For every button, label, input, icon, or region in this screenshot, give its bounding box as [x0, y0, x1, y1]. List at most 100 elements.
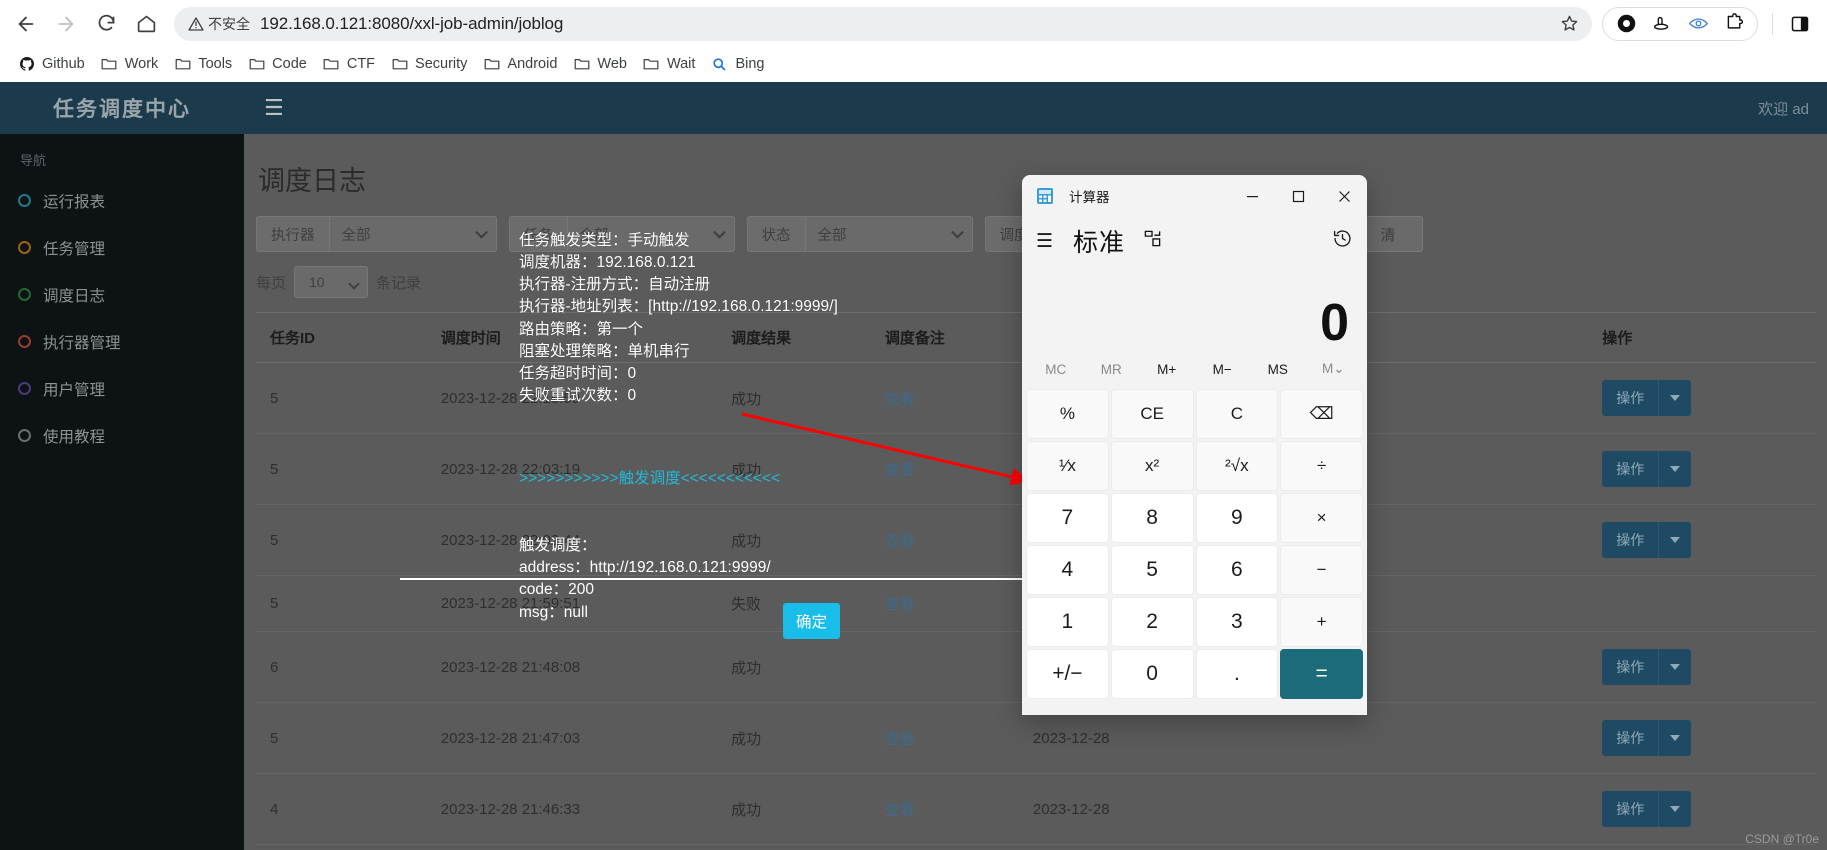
eye-shield-icon[interactable] — [1681, 9, 1715, 39]
sidebar-item-user-management[interactable]: 用户管理 — [0, 365, 244, 412]
operation-button[interactable]: 操作 — [1602, 649, 1692, 685]
cell-operation[interactable]: 操作 — [1588, 702, 1816, 774]
key-sign-toggle[interactable]: +/− — [1026, 649, 1109, 699]
key-7[interactable]: 7 — [1026, 493, 1109, 543]
cell-sched-remark[interactable]: 查看 — [870, 702, 1019, 774]
calculator-titlebar[interactable]: 计算器 — [1022, 175, 1367, 217]
key-equals[interactable]: = — [1280, 649, 1363, 699]
hat-icon[interactable] — [1645, 9, 1679, 39]
key-ce[interactable]: CE — [1110, 389, 1194, 439]
bookmark-wait[interactable]: Wait — [635, 52, 703, 77]
memory-mc-button[interactable]: MC — [1028, 362, 1084, 377]
operation-button[interactable]: 操作 — [1602, 791, 1692, 827]
view-link[interactable]: 查看 — [885, 731, 915, 748]
cell-operation[interactable]: 操作 — [1588, 504, 1816, 576]
key-8[interactable]: 8 — [1110, 493, 1194, 543]
key-4[interactable]: 4 — [1026, 545, 1109, 595]
key-percent[interactable]: % — [1026, 389, 1109, 439]
omnibox[interactable]: 不安全 192.168.0.121:8080/xxl-job-admin/job… — [174, 6, 1592, 41]
reload-button[interactable] — [86, 4, 126, 44]
operation-button[interactable]: 操作 — [1602, 451, 1692, 487]
chevron-down-icon[interactable] — [1658, 522, 1692, 558]
bookmark-github[interactable]: Github — [10, 52, 93, 77]
sidebar-item-executor-management[interactable]: 执行器管理 — [0, 318, 244, 365]
cell-sched-remark[interactable]: 查看 — [870, 773, 1019, 845]
per-page-select[interactable]: 10 — [294, 266, 369, 298]
key-3[interactable]: 3 — [1195, 597, 1279, 647]
record-circle-icon[interactable] — [1609, 9, 1643, 39]
bookmark-web[interactable]: Web — [565, 52, 635, 77]
cell-operation[interactable]: 操作 — [1588, 631, 1816, 703]
forward-button[interactable] — [46, 4, 86, 44]
key-6[interactable]: 6 — [1195, 545, 1279, 595]
operation-button[interactable]: 操作 — [1602, 380, 1692, 416]
cell-operation[interactable] — [1588, 575, 1816, 632]
bookmark-work[interactable]: Work — [93, 52, 167, 77]
sidebar-toggle-icon[interactable]: ☰ — [264, 97, 284, 119]
filter-executor[interactable]: 执行器 全部 — [256, 216, 497, 252]
operation-label[interactable]: 操作 — [1602, 451, 1659, 487]
puzzle-extensions-icon[interactable] — [1717, 9, 1751, 39]
view-link[interactable]: 查看 — [885, 802, 915, 819]
confirm-button[interactable]: 确定 — [783, 603, 840, 639]
key-subtract[interactable]: − — [1280, 545, 1363, 595]
menu-hamburger-icon[interactable]: ☰ — [1036, 232, 1053, 251]
close-icon[interactable] — [1321, 175, 1367, 217]
keep-on-top-icon[interactable] — [1143, 229, 1162, 254]
operation-button[interactable]: 操作 — [1602, 720, 1692, 756]
home-button[interactable] — [126, 4, 166, 44]
cell-operation[interactable]: 操作 — [1588, 433, 1816, 505]
key-2[interactable]: 2 — [1110, 597, 1194, 647]
filter-executor-select[interactable]: 全部 — [328, 216, 497, 252]
key-5[interactable]: 5 — [1110, 545, 1194, 595]
back-button[interactable] — [6, 4, 46, 44]
sidebar-item-tutorial[interactable]: 使用教程 — [0, 412, 244, 459]
bookmark-security[interactable]: Security — [383, 52, 475, 77]
bookmark-bing[interactable]: Bing — [703, 52, 772, 77]
bookmark-ctf[interactable]: CTF — [315, 52, 383, 77]
bookmark-star-icon[interactable] — [1554, 9, 1584, 39]
key-1[interactable]: 1 — [1026, 597, 1109, 647]
memory-mminus-button[interactable]: M− — [1195, 362, 1251, 377]
bookmark-code[interactable]: Code — [240, 52, 315, 77]
cell-operation[interactable]: 操作 — [1588, 362, 1816, 434]
key-c[interactable]: C — [1195, 389, 1279, 439]
bookmark-android[interactable]: Android — [475, 52, 565, 77]
history-icon[interactable] — [1332, 228, 1353, 254]
key-square-root[interactable]: ²√x — [1195, 441, 1279, 491]
operation-label[interactable]: 操作 — [1602, 791, 1659, 827]
key-square[interactable]: x² — [1110, 441, 1194, 491]
operation-label[interactable]: 操作 — [1602, 720, 1659, 756]
key-decimal[interactable]: . — [1195, 649, 1279, 699]
cell-sched-remark[interactable]: 查看 — [870, 844, 1019, 850]
key-add[interactable]: + — [1280, 597, 1363, 647]
key-0[interactable]: 0 — [1110, 649, 1194, 699]
minimize-icon[interactable] — [1229, 175, 1275, 217]
chevron-down-icon[interactable] — [1658, 451, 1692, 487]
key-9[interactable]: 9 — [1195, 493, 1279, 543]
key-divide[interactable]: ÷ — [1280, 441, 1363, 491]
chevron-down-icon[interactable] — [1658, 791, 1692, 827]
security-chip[interactable]: 不安全 — [188, 14, 260, 34]
memory-mlist-button[interactable]: M⌄ — [1306, 361, 1362, 377]
operation-button[interactable]: 操作 — [1602, 522, 1692, 558]
operation-label[interactable]: 操作 — [1602, 522, 1659, 558]
key-reciprocal[interactable]: ¹⁄x — [1026, 441, 1109, 491]
key-multiply[interactable]: × — [1280, 493, 1363, 543]
address-bar-url[interactable]: 192.168.0.121:8080/xxl-job-admin/joblog — [260, 14, 1554, 34]
bookmark-tools[interactable]: Tools — [166, 52, 240, 77]
operation-label[interactable]: 操作 — [1602, 380, 1659, 416]
sidebar-item-report[interactable]: 运行报表 — [0, 177, 244, 224]
memory-ms-button[interactable]: MS — [1250, 362, 1306, 377]
sidebar-item-schedule-log[interactable]: 调度日志 — [0, 271, 244, 318]
operation-label[interactable]: 操作 — [1602, 649, 1659, 685]
chevron-down-icon[interactable] — [1658, 720, 1692, 756]
chevron-down-icon[interactable] — [1658, 380, 1692, 416]
memory-mr-button[interactable]: MR — [1084, 362, 1140, 377]
sidebar-item-job-management[interactable]: 任务管理 — [0, 224, 244, 271]
key-backspace[interactable]: ⌫ — [1280, 389, 1363, 439]
side-panel-icon[interactable] — [1779, 4, 1821, 44]
chevron-down-icon[interactable] — [1658, 649, 1692, 685]
maximize-icon[interactable] — [1275, 175, 1321, 217]
memory-mplus-button[interactable]: M+ — [1139, 362, 1195, 377]
